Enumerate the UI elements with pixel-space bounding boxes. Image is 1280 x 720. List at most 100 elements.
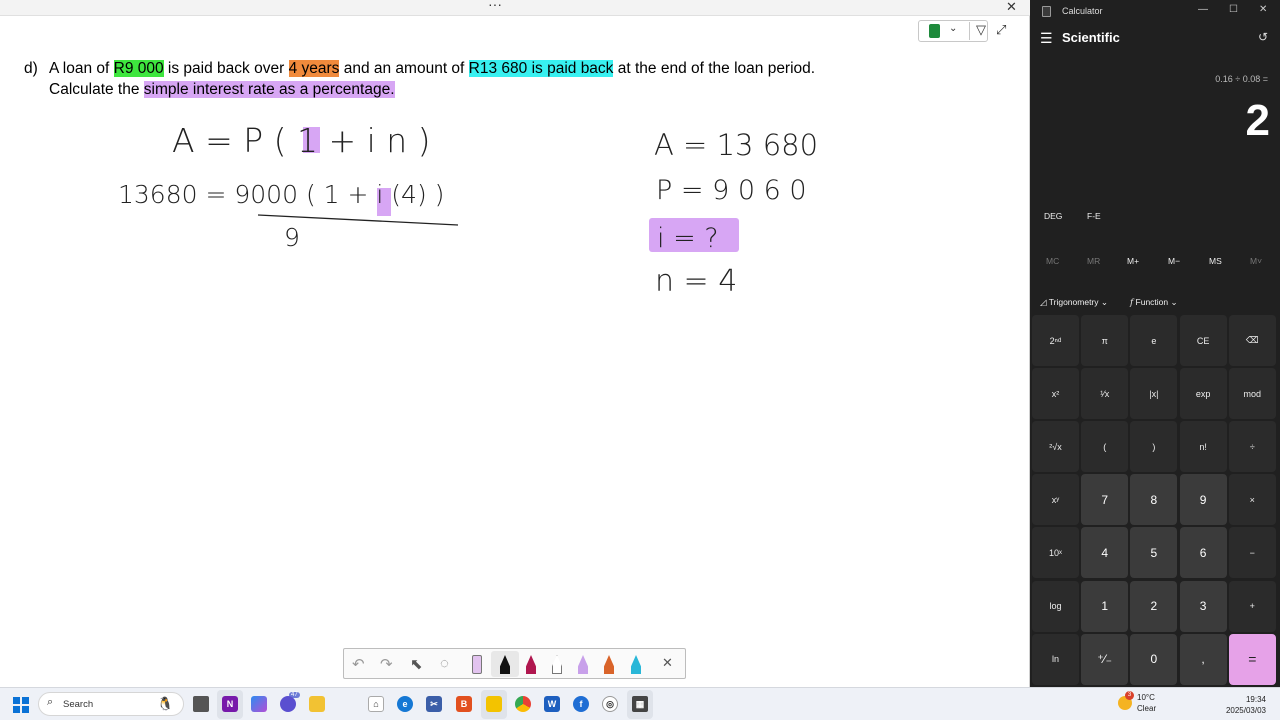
key-button[interactable]: 5 [1130, 527, 1178, 579]
close-icon[interactable]: ✕ [1259, 4, 1267, 15]
key-button[interactable]: 1 [1081, 580, 1129, 632]
key-button[interactable]: = [1228, 633, 1276, 685]
key-button[interactable]: e [1130, 315, 1178, 366]
key-button[interactable]: x² [1032, 368, 1079, 420]
key-button[interactable]: , [1179, 633, 1227, 685]
search-icon: ⌕ [47, 696, 54, 708]
key-button[interactable]: exp [1179, 368, 1227, 420]
system-clock[interactable]: 19:34 2025/03/03 [1222, 694, 1266, 716]
handwriting-canvas: A = P ( 1 + i n ) 13680 = 9000 ( 1 + i (… [118, 121, 818, 299]
substitution-text: 13680 = 9000 ( 1 + i (4) ) [118, 180, 444, 209]
start-windows-icon[interactable] [13, 697, 29, 713]
key-button[interactable]: ln [1032, 633, 1079, 685]
given-a-text: A = 13 680 [654, 128, 818, 162]
key-button[interactable]: ) [1130, 421, 1178, 473]
key-button[interactable]: 10ˣ [1032, 527, 1079, 579]
key-button[interactable]: + [1228, 580, 1276, 632]
trigonometry-menu[interactable]: ◿ Trigonometry ⌄ [1040, 297, 1108, 308]
chrome-icon[interactable] [515, 696, 531, 712]
key-button[interactable]: π [1081, 315, 1129, 366]
lasso-icon[interactable]: ◌ [440, 655, 449, 672]
pen-white-icon[interactable] [552, 655, 562, 674]
file-explorer-icon[interactable] [309, 696, 325, 712]
key-button[interactable]: xʸ [1032, 474, 1079, 526]
function-menus: ◿ Trigonometry ⌄ f Function ⌄ [1030, 291, 1280, 313]
memory-button[interactable]: MS [1209, 256, 1222, 266]
app-circle-icon[interactable]: ◎ [602, 696, 618, 712]
highlighter-cyan-icon[interactable] [631, 655, 641, 674]
sticky-notes-icon[interactable] [486, 696, 502, 712]
memory-button[interactable]: MR [1087, 256, 1100, 266]
undo-icon[interactable]: ↶ [352, 655, 365, 673]
deg-toggle-button[interactable]: DEG [1044, 211, 1062, 221]
memory-button[interactable]: M+ [1127, 256, 1139, 266]
select-icon[interactable]: ⬉ [410, 655, 423, 673]
given-p-text: P = 9 0 6 0 [656, 175, 807, 206]
hamburger-menu-icon[interactable]: ☰ [1040, 30, 1053, 47]
fe-toggle-button[interactable]: F-E [1087, 211, 1101, 221]
clock-time: 19:34 [1245, 695, 1266, 704]
key-button[interactable]: 3 [1179, 580, 1227, 632]
key-button[interactable]: 8 [1130, 474, 1178, 526]
key-button[interactable]: × [1228, 474, 1276, 526]
highlighter-purple-icon[interactable] [578, 655, 588, 674]
app-icon[interactable]: ⌂ [368, 696, 384, 712]
formula-text: A = P ( 1 + i n ) [172, 121, 431, 160]
key-button[interactable]: ⁺⁄₋ [1081, 633, 1129, 685]
search-placeholder: Search [63, 699, 94, 710]
key-button[interactable]: 4 [1081, 527, 1129, 579]
ink-toolbar: ↶ ↷ ⬉ ◌ ✕ [343, 648, 686, 679]
redo-icon[interactable]: ↷ [380, 655, 393, 673]
onenote-icon[interactable]: N [222, 696, 238, 712]
expression-display: 0.16 ÷ 0.08 = [1215, 74, 1268, 84]
snipping-icon[interactable]: ✂ [426, 696, 442, 712]
word-icon[interactable]: W [544, 696, 560, 712]
calculator-app-icon [1042, 6, 1051, 17]
calculator-window: Calculator — ☐ ✕ ☰ Scientific ↺ 0.16 ÷ 0… [1030, 0, 1280, 687]
given-n-text: n = 4 [655, 264, 737, 299]
calculator-title: Calculator [1062, 6, 1103, 16]
chat-icon[interactable] [280, 696, 296, 712]
eraser-icon[interactable] [472, 655, 482, 674]
highlighter-orange-icon[interactable] [604, 655, 614, 674]
key-button[interactable]: ²√x [1032, 421, 1079, 473]
key-button[interactable]: 0 [1130, 633, 1178, 685]
key-button[interactable]: 9 [1179, 474, 1227, 526]
key-button[interactable]: ⌫ [1228, 315, 1276, 366]
search-highlight-icon: 🐧 [157, 696, 174, 711]
brave-icon[interactable]: B [456, 696, 472, 712]
notebook-window: ··· ✕ ⌄ ▽ ⤢ d) A loan of R9 000 is paid … [0, 0, 1030, 687]
key-button[interactable]: n! [1179, 421, 1227, 473]
minimize-icon[interactable]: — [1198, 4, 1208, 15]
taskbar-search-box[interactable]: ⌕ Search 🐧 [38, 692, 184, 716]
weather-badge: 3 [1125, 691, 1134, 700]
key-button[interactable]: CE [1179, 315, 1227, 366]
calculator-taskbar-icon[interactable]: ▦ [632, 696, 648, 712]
key-button[interactable]: 6 [1179, 527, 1227, 579]
calculator-mode-title: Scientific [1062, 30, 1120, 45]
key-button[interactable]: 2ⁿᵈ [1032, 315, 1079, 366]
key-button[interactable]: |x| [1130, 368, 1178, 420]
key-button[interactable]: − [1228, 527, 1276, 579]
memory-button[interactable]: MC [1046, 256, 1059, 266]
close-toolbar-icon[interactable]: ✕ [662, 655, 673, 671]
result-display: 2 [1245, 96, 1270, 145]
key-button[interactable]: mod [1228, 368, 1276, 420]
maximize-icon[interactable]: ☐ [1229, 4, 1238, 15]
copilot-icon[interactable] [251, 696, 267, 712]
memory-button[interactable]: M˅ [1250, 256, 1262, 266]
weather-condition: Clear [1137, 704, 1157, 713]
task-view-icon[interactable] [193, 696, 209, 712]
history-icon[interactable]: ↺ [1258, 30, 1268, 44]
memory-button[interactable]: M− [1168, 256, 1180, 266]
key-button[interactable]: ÷ [1228, 421, 1276, 473]
key-button[interactable]: 7 [1081, 474, 1129, 526]
key-button[interactable]: ( [1081, 421, 1129, 473]
key-button[interactable]: 2 [1130, 580, 1178, 632]
key-button[interactable]: log [1032, 580, 1079, 632]
pen-red-icon[interactable] [526, 655, 536, 674]
edge-icon[interactable]: e [397, 696, 413, 712]
facebook-icon[interactable]: f [573, 696, 589, 712]
key-button[interactable]: ¹⁄x [1081, 368, 1129, 420]
function-menu[interactable]: f Function ⌄ [1130, 297, 1178, 308]
